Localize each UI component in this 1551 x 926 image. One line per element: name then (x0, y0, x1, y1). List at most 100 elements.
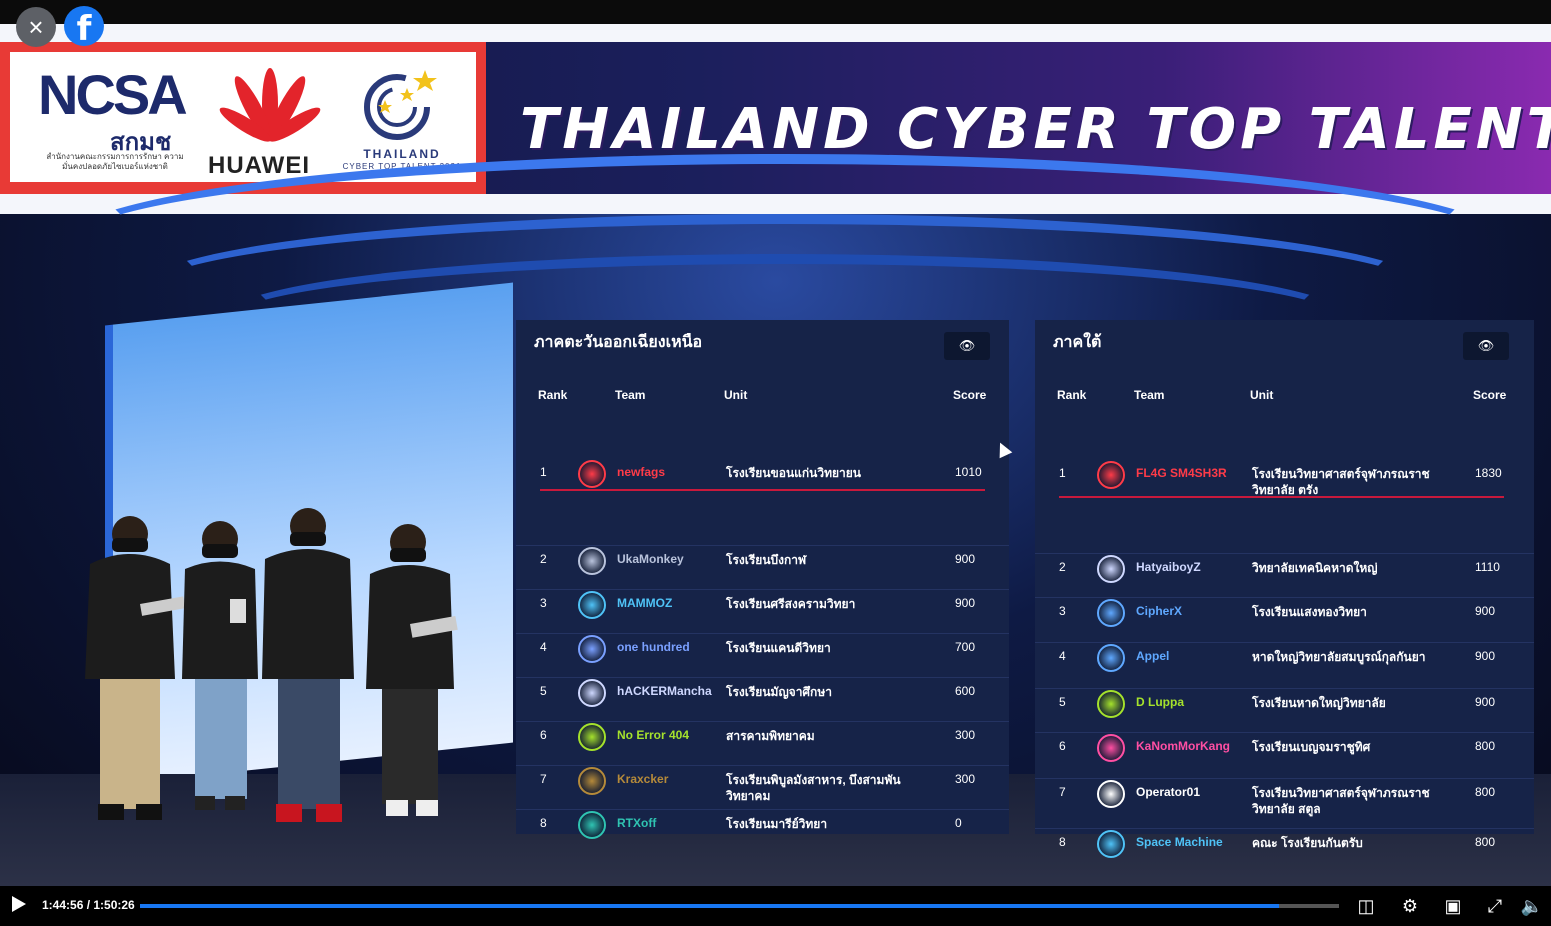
table-row: 5 D Luppa โรงเรียนหาดใหญ่วิทยาลัย 900 (1035, 688, 1534, 735)
banner-top-strip (0, 24, 1551, 44)
header-team: Team (1134, 388, 1165, 402)
team-avatar (578, 723, 606, 751)
team-avatar (1097, 461, 1125, 489)
rank-cell: 5 (540, 684, 547, 698)
score-cell: 900 (955, 552, 976, 566)
ncsa-logo: NCSA (38, 63, 188, 126)
panel-title: ภาคตะวันออกเฉียงเหนือ (534, 334, 703, 351)
score-cell: 900 (1475, 695, 1496, 709)
score-cell: 1830 (1475, 466, 1502, 480)
score-cell: 800 (1475, 835, 1496, 849)
team-name: CipherX (1136, 604, 1183, 618)
ncsa-subtitle: สำนักงานคณะกรรมการการรักษา ความมั่นคงปลอ… (46, 152, 184, 171)
captions-icon[interactable]: ◫ (1354, 894, 1378, 918)
rank-cell: 2 (540, 552, 547, 566)
team-name: Space Machine (1136, 835, 1223, 849)
team-name: UkaMonkey (617, 552, 684, 566)
rank-cell: 6 (540, 728, 547, 742)
unit-cell: โรงเรียนแสงทองวิทยา (1252, 605, 1367, 619)
team-avatar (578, 767, 606, 795)
score-cell: 0 (955, 816, 962, 830)
score-cell: 800 (1475, 739, 1496, 753)
table-row: 6 No Error 404 สารคามพิทยาคม 300 (516, 721, 1009, 766)
team-name: newfags (617, 465, 666, 479)
unit-cell: โรงเรียนเบญจมราชูทิศ (1252, 740, 1371, 754)
pip-icon[interactable]: ▣ (1441, 894, 1465, 918)
team-name: one hundred (617, 640, 690, 654)
video-frame[interactable]: NCSA สกมช สำนักงานคณะกรรมการการรักษา ควา… (0, 24, 1551, 886)
unit-cell: โรงเรียนบึงกาฬ (726, 553, 807, 567)
volume-icon[interactable]: 🔈 (1520, 894, 1544, 918)
fullscreen-icon[interactable]: ⤢ (1483, 894, 1507, 918)
huawei-wordmark: HUAWEI (208, 152, 310, 179)
thailand-cyber-logo-icon (364, 70, 437, 140)
team-avatar (1097, 599, 1125, 627)
table-row: 2 HatyaiboyZ วิทยาลัยเทคนิคหาดใหญ่ 1110 (1035, 553, 1534, 600)
unit-cell: สารคามพิทยาคม (726, 729, 815, 743)
team-name: MAMMOZ (617, 596, 673, 610)
team-name: KaNomMorKang (1136, 739, 1231, 753)
team-name: No Error 404 (617, 728, 690, 742)
eye-icon[interactable]: 👁 (1463, 332, 1509, 360)
header-unit: Unit (1250, 388, 1274, 402)
header-unit: Unit (724, 388, 748, 402)
rank-cell: 7 (540, 772, 547, 786)
team-avatar (1097, 644, 1125, 672)
progress-bar[interactable] (140, 904, 1339, 908)
team-avatar (1097, 690, 1125, 718)
unit-cell: โรงเรียนมารีย์วิทยา (726, 817, 828, 831)
team-avatar (578, 811, 606, 839)
eye-icon[interactable]: 👁 (944, 332, 990, 360)
unit-cell: โรงเรียนหาดใหญ่วิทยาลัย (1252, 696, 1386, 710)
rank-cell: 8 (540, 816, 547, 830)
rank-cell: 5 (1059, 695, 1066, 709)
header-score: Score (1473, 388, 1507, 402)
score-cell: 300 (955, 772, 976, 786)
unit-cell: โรงเรียนศรีสงครามวิทยา (726, 597, 856, 611)
unit-cell: โรงเรียนวิทยาศาสตร์จุฬาภรณราชวิทยาลัย สต… (1252, 786, 1430, 816)
team-avatar (1097, 734, 1125, 762)
unit-cell: คณะ โรงเรียนกันตรับ (1252, 836, 1363, 850)
unit-cell: โรงเรียนแคนดีวิทยา (726, 641, 831, 655)
unit-cell: วิทยาลัยเทคนิคหาดใหญ่ (1252, 561, 1378, 575)
table-row: 8 RTXoff โรงเรียนมารีย์วิทยา 0 (516, 809, 1009, 854)
team-avatar (1097, 830, 1125, 858)
unit-cell: โรงเรียนขอนแก่นวิทยายน (726, 466, 861, 480)
table-row: 1 newfags โรงเรียนขอนแก่นวิทยายน 1010 (516, 459, 1009, 503)
facebook-icon[interactable]: f (64, 6, 104, 49)
score-cell: 1110 (1475, 560, 1500, 574)
team-avatar (1097, 555, 1125, 583)
rank-cell: 4 (1059, 649, 1066, 663)
table-row: 8 Space Machine คณะ โรงเรียนกันตรับ 800 (1035, 828, 1534, 875)
team-name: Kraxcker (617, 772, 669, 786)
time-display: 1:44:56 / 1:50:26 (42, 898, 135, 912)
top-rank-divider (1059, 496, 1504, 498)
table-row: 2 UkaMonkey โรงเรียนบึงกาฬ 900 (516, 545, 1009, 590)
top-bar (0, 0, 1551, 24)
header-rank: Rank (538, 388, 568, 402)
unit-cell: โรงเรียนมัญจาศึกษา (726, 685, 832, 699)
unit-cell: โรงเรียนวิทยาศาสตร์จุฬาภรณราชวิทยาลัย ตร… (1252, 467, 1430, 497)
play-icon[interactable] (12, 896, 26, 912)
huawei-logo-icon (219, 68, 321, 142)
rank-cell: 1 (540, 465, 547, 479)
table-row: 4 one hundred โรงเรียนแคนดีวิทยา 700 (516, 633, 1009, 678)
header-team: Team (615, 388, 646, 402)
team-avatar (578, 679, 606, 707)
rank-cell: 3 (1059, 604, 1066, 618)
gear-icon[interactable]: ⚙ (1398, 894, 1422, 918)
team-name: FL4G SM4SH3R (1136, 466, 1227, 480)
team-name: D Luppa (1136, 695, 1184, 709)
table-row: 7 Operator01 โรงเรียนวิทยาศาสตร์จุฬาภรณราช… (1035, 778, 1534, 825)
team-avatar (578, 635, 606, 663)
team-avatar (578, 460, 606, 488)
rank-cell: 7 (1059, 785, 1066, 799)
rank-cell: 1 (1059, 466, 1066, 480)
score-cell: 900 (955, 596, 976, 610)
leaderboard-south: ภาคใต้ 👁 Rank Team Unit Score 1 FL4G SM4S… (1035, 320, 1534, 858)
rank-cell: 6 (1059, 739, 1066, 753)
close-icon[interactable]: × (16, 7, 56, 47)
rank-cell: 4 (540, 640, 547, 654)
team-name: hACKERMancha (617, 684, 712, 698)
tt-logo-line1: THAILAND (363, 147, 441, 161)
